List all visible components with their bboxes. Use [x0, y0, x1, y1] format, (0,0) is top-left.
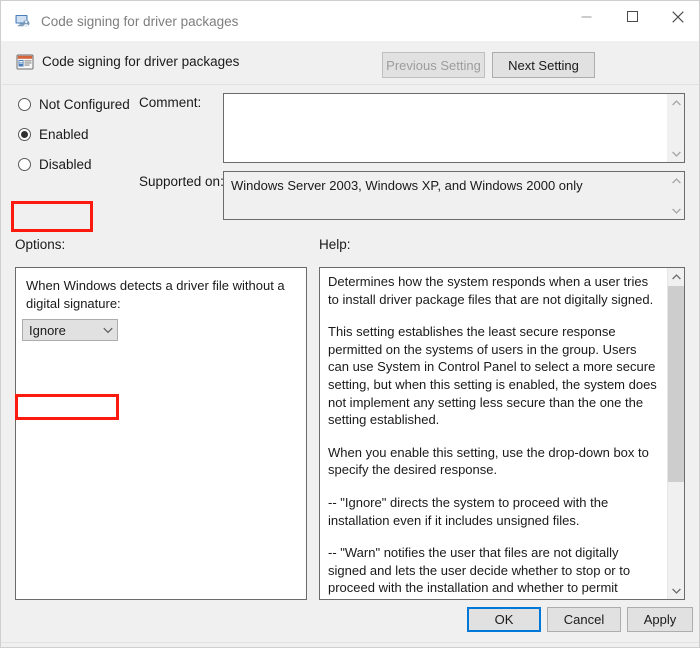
- cancel-button[interactable]: Cancel: [547, 607, 621, 632]
- scroll-down-icon[interactable]: [668, 202, 684, 219]
- chevron-down-icon: [99, 327, 117, 334]
- help-panel: Determines how the system responds when …: [319, 267, 685, 600]
- signature-response-value: Ignore: [29, 322, 66, 338]
- minimize-icon: [581, 16, 591, 18]
- window-title: Code signing for driver packages: [41, 13, 239, 29]
- help-paragraph: -- "Warn" notifies the user that files a…: [328, 545, 631, 599]
- comment-label: Comment:: [139, 95, 202, 110]
- radio-disabled-indicator: [18, 158, 31, 171]
- help-scroll-thumb[interactable]: [668, 286, 684, 482]
- help-text: Determines how the system responds when …: [320, 268, 667, 599]
- maximize-button[interactable]: [609, 1, 655, 32]
- supported-on-scrollbar[interactable]: [667, 172, 684, 219]
- help-paragraph: This setting establishes the least secur…: [328, 324, 657, 428]
- radio-not-configured-indicator: [18, 98, 31, 111]
- setting-title: Code signing for driver packages: [42, 54, 240, 69]
- radio-enabled-indicator: [18, 128, 31, 141]
- scroll-down-icon[interactable]: [668, 582, 684, 599]
- group-policy-setting-icon: [16, 54, 34, 70]
- radio-not-configured[interactable]: Not Configured: [15, 93, 140, 116]
- apply-button[interactable]: Apply: [627, 607, 693, 632]
- options-prompt: When Windows detects a driver file witho…: [26, 278, 285, 311]
- help-scrollbar[interactable]: [667, 268, 684, 599]
- next-setting-button[interactable]: Next Setting: [492, 52, 595, 78]
- help-paragraph: Determines how the system responds when …: [328, 274, 654, 307]
- comment-value[interactable]: [224, 94, 667, 162]
- supported-on-value: Windows Server 2003, Windows XP, and Win…: [231, 178, 583, 193]
- maximize-icon: [626, 11, 638, 22]
- scroll-up-icon[interactable]: [668, 94, 684, 111]
- radio-disabled[interactable]: Disabled: [15, 153, 140, 176]
- previous-setting-button[interactable]: Previous Setting: [382, 52, 485, 78]
- radio-disabled-label: Disabled: [39, 157, 92, 172]
- annotation-highlight-enabled: [11, 201, 93, 232]
- signature-response-dropdown[interactable]: Ignore: [22, 319, 118, 341]
- help-header: Help:: [319, 237, 351, 252]
- supported-on-label: Supported on:: [139, 174, 224, 189]
- policy-monitor-icon: [15, 15, 30, 27]
- help-paragraph: When you enable this setting, use the dr…: [328, 444, 649, 478]
- minimize-button[interactable]: [563, 1, 609, 32]
- dialog-body: Not Configured Enabled Disabled Comment:: [1, 85, 699, 647]
- footer-divider: [1, 642, 699, 643]
- options-panel: When Windows detects a driver file witho…: [15, 267, 307, 600]
- help-paragraph: -- "Ignore" directs the system to procee…: [328, 494, 609, 528]
- radio-enabled[interactable]: Enabled: [15, 123, 140, 146]
- title-bar: Code signing for driver packages: [1, 1, 699, 41]
- scroll-up-icon[interactable]: [668, 172, 684, 189]
- scroll-down-icon[interactable]: [668, 145, 684, 162]
- state-radio-group: Not Configured Enabled Disabled: [15, 93, 140, 183]
- radio-not-configured-label: Not Configured: [39, 97, 130, 112]
- options-header: Options:: [15, 237, 66, 252]
- close-icon: [672, 10, 684, 23]
- close-button[interactable]: [655, 1, 699, 32]
- comment-textbox[interactable]: [223, 93, 685, 163]
- supported-on-textbox: Windows Server 2003, Windows XP, and Win…: [223, 171, 685, 220]
- scroll-up-icon[interactable]: [668, 268, 684, 285]
- ok-button[interactable]: OK: [467, 607, 541, 632]
- group-policy-setting-dialog: Code signing for driver packages Code si…: [0, 0, 700, 648]
- comment-scrollbar[interactable]: [667, 94, 684, 162]
- radio-enabled-label: Enabled: [39, 127, 89, 142]
- setting-header: Code signing for driver packages: [2, 41, 699, 85]
